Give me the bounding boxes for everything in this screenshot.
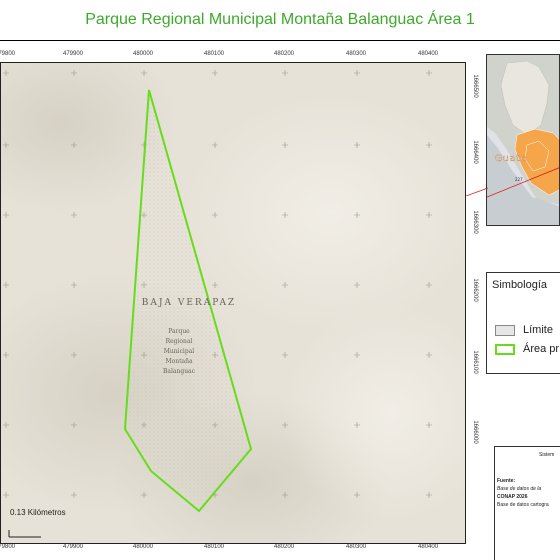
- inset-canvas: Guate 227: [487, 55, 559, 225]
- department-label: BAJA VERAPAZ: [142, 298, 236, 308]
- y-tick-label: 1666200: [472, 278, 478, 302]
- inset-leader-line: [466, 187, 488, 196]
- x-tick-label: 480100: [203, 51, 225, 57]
- x-tick-label: 480000: [132, 51, 154, 57]
- x-tick-label: 479800: [0, 544, 16, 550]
- source-panel: Sistem Fuente: Base de datos de la CONAP…: [494, 446, 560, 560]
- y-tick-label: 1666500: [472, 74, 478, 98]
- source-line: CONAP 2026: [497, 494, 528, 500]
- park-label-line: Regional: [166, 338, 193, 345]
- y-tick-label: 1666000: [472, 420, 478, 444]
- x-tick-label: 480400: [417, 51, 439, 57]
- legend-title: Simbología: [492, 279, 548, 291]
- park-label-line: Parque: [168, 328, 190, 335]
- x-tick-label: 480400: [417, 544, 439, 550]
- source-line: Base de datos de la: [497, 486, 542, 492]
- x-tick-label: 480300: [345, 544, 367, 550]
- source-line: Base de datos cartogra: [497, 502, 549, 508]
- x-tick-label: 480200: [273, 544, 295, 550]
- y-tick-label: 1666400: [472, 140, 478, 164]
- x-tick-label: 479900: [62, 51, 84, 57]
- legend-swatch-limit: [495, 324, 515, 336]
- legend-swatch-protected-area: [495, 343, 515, 355]
- x-tick-label: 480100: [203, 544, 225, 550]
- inset-country-label: Guate: [495, 154, 527, 164]
- x-tick-label: 480300: [345, 51, 367, 57]
- x-tick-label: 480000: [132, 544, 154, 550]
- legend-label-protected-area: Área pr: [523, 343, 560, 355]
- locator-inset-map[interactable]: Guate 227: [486, 54, 560, 226]
- x-tick-label: 480200: [273, 51, 295, 57]
- y-tick-label: 1666100: [472, 350, 478, 374]
- legend-label-limit: Límite: [523, 324, 553, 336]
- map-canvas[interactable]: BAJA VERAPAZ Parque Regional Municipal Mont…: [1, 63, 466, 544]
- source-line: Fuente:: [497, 478, 516, 484]
- scale-label: 0.13 Kilómetros: [10, 508, 66, 517]
- park-label-line: Municipal: [164, 348, 194, 355]
- inset-marker-label: 227: [515, 177, 523, 182]
- main-map[interactable]: BAJA VERAPAZ Parque Regional Municipal Mont…: [0, 62, 466, 544]
- map-title: Parque Regional Municipal Montaña Balang…: [85, 11, 475, 28]
- legend-item-protected-area: Área pr: [495, 343, 559, 355]
- x-tick-label: 479900: [62, 544, 84, 550]
- park-label-line: Balanguac: [163, 368, 196, 375]
- x-tick-label: 479800: [0, 51, 16, 57]
- y-tick-label: 1666300: [472, 210, 478, 234]
- legend-item-limit: Límite: [495, 324, 553, 336]
- legend-panel: Simbología Límite Área pr: [486, 272, 560, 374]
- park-label-line: Montaña: [165, 358, 192, 365]
- title-divider: [0, 40, 560, 41]
- source-header: Sistem: [539, 452, 555, 458]
